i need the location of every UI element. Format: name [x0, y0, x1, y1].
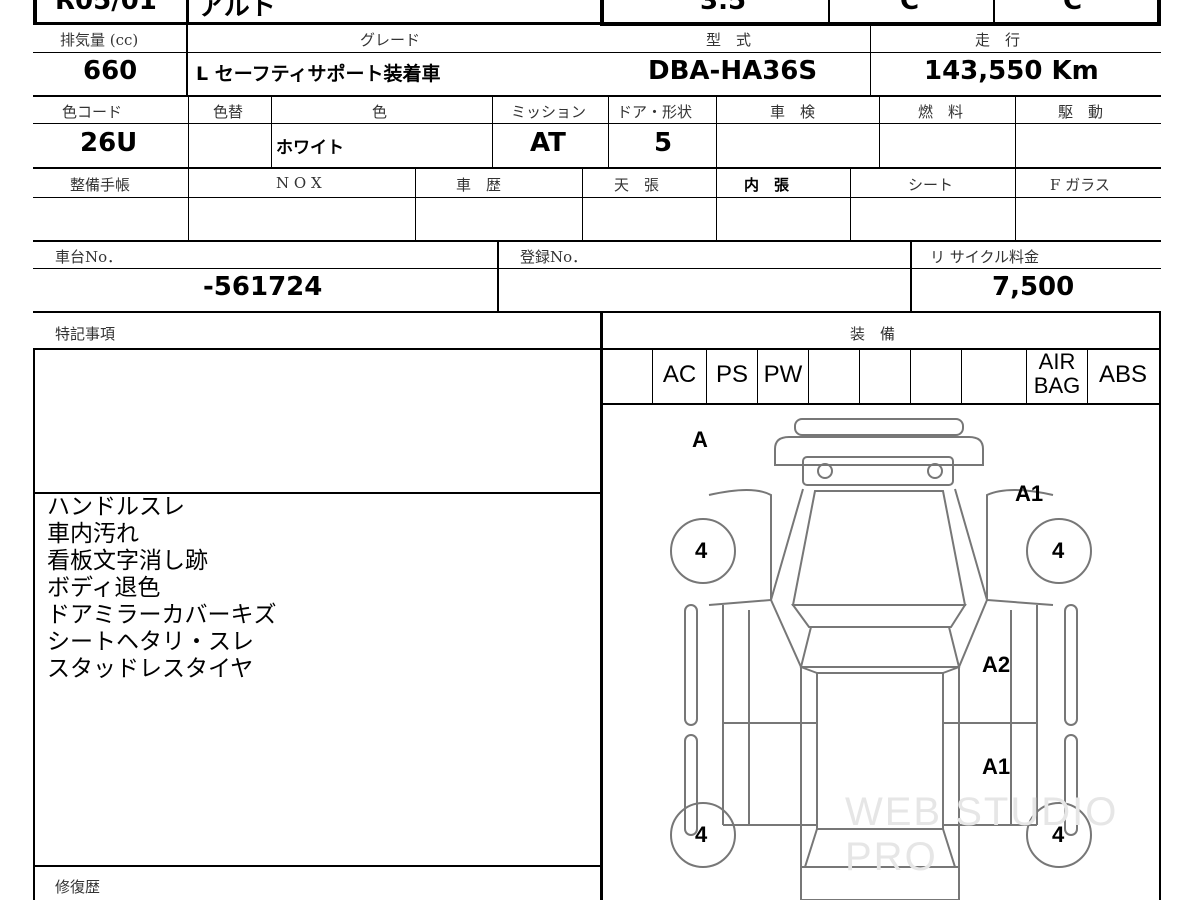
mission-label: ミッション: [511, 103, 587, 121]
f-glass-label: F ガラス: [1050, 176, 1110, 194]
chassis-no-label: 車台No．: [55, 248, 123, 266]
drive-label: 駆 動: [1058, 103, 1104, 121]
score: 3.5: [700, 0, 747, 16]
mileage-value: 143,550 Km: [924, 56, 1099, 86]
auction-date: R05/01: [55, 0, 157, 16]
model-name: アルト: [198, 0, 276, 22]
fuel-label: 燃 料: [918, 103, 964, 121]
color-code-label: 色コード: [62, 103, 123, 121]
color-code-value: 26U: [80, 128, 138, 158]
grade-label: グレード: [360, 31, 421, 49]
remarks-list: ハンドルスレ 車内汚れ 看板文字消し跡 ボディ退色 ドアミラーカバーキズ シート…: [47, 494, 277, 683]
ceiling-label: 天 張: [614, 176, 660, 194]
mark-tire-front-left: 4: [695, 538, 708, 563]
inspection-label: 車 検: [770, 103, 816, 121]
equipment-abs: ABS: [1098, 361, 1148, 388]
equipment-label: 装 備: [850, 325, 896, 343]
remark-item: シートヘタリ・スレ: [47, 629, 254, 655]
watermark: WEB STUDIO PRO: [845, 790, 1119, 879]
mark-tire-front-right: 4: [1052, 538, 1065, 563]
exterior-grade: C: [1063, 0, 1083, 16]
recycle-fee-value: 7,500: [992, 272, 1075, 302]
mark-right-door-rear: A1: [982, 754, 1011, 779]
registration-no-label: 登録No．: [520, 248, 588, 266]
remark-item: 看板文字消し跡: [47, 548, 208, 574]
grade-value: L セーフティサポート装着車: [196, 63, 441, 85]
special-notes-label: 特記事項: [55, 325, 116, 343]
mark-front: A: [692, 427, 708, 452]
equipment-ac: AC: [662, 361, 697, 388]
equipment-airbag: AIR BAG: [1027, 350, 1087, 398]
door-shape-label: ドア・形状: [617, 103, 693, 121]
displacement-value: 660: [83, 56, 138, 86]
repair-history-label: 修復歴: [55, 878, 101, 896]
equipment-pw: PW: [763, 361, 803, 388]
mark-tire-rear-left: 4: [695, 822, 708, 847]
type-model-value: DBA-HA36S: [648, 56, 818, 86]
interior-label: 内 張: [744, 176, 790, 194]
equipment-airbag-line2: BAG: [1033, 373, 1081, 398]
color-label: 色: [372, 103, 388, 121]
color-value: ホワイト: [276, 138, 344, 158]
mileage-label: 走 行: [975, 31, 1021, 49]
equipment-airbag-line1: AIR: [1038, 349, 1076, 374]
color-change-label: 色替: [213, 103, 244, 121]
displacement-label: 排気量 (cc): [60, 31, 139, 49]
mark-front-right-fender: A1: [1015, 481, 1044, 506]
remark-item: ハンドルスレ: [47, 494, 185, 520]
equipment-ps: PS: [715, 361, 748, 388]
recycle-fee-label: リ サイクル料金: [930, 248, 1040, 266]
chassis-no-value: -561724: [203, 272, 323, 302]
history-label: 車 歴: [456, 176, 502, 194]
type-model-label: 型 式: [706, 31, 752, 49]
remark-item: 車内汚れ: [47, 521, 139, 547]
interior-grade: C: [900, 0, 920, 16]
mark-right-door-front: A2: [982, 652, 1011, 677]
remark-item: スタッドレスタイヤ: [47, 656, 254, 682]
seat-label: シート: [908, 176, 954, 194]
remark-item: ボディ退色: [47, 575, 161, 601]
door-shape-value: 5: [654, 128, 673, 158]
remark-item: ドアミラーカバーキズ: [47, 602, 277, 628]
maintenance-label: 整備手帳: [70, 176, 131, 194]
mission-value: AT: [530, 128, 566, 158]
nox-label: N O X: [276, 174, 322, 192]
